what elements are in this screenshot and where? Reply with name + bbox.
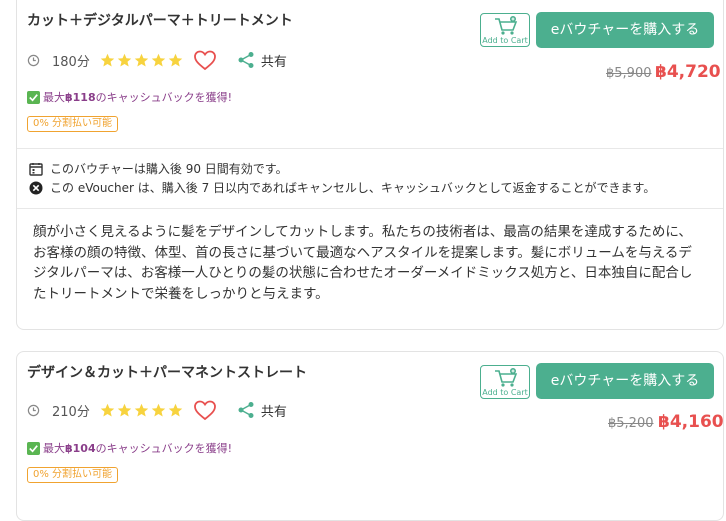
validity-text: このバウチャーは購入後 90 日間有効です。 bbox=[50, 162, 288, 176]
star-icon bbox=[100, 403, 115, 416]
divider bbox=[17, 208, 723, 209]
star-icon bbox=[151, 53, 166, 66]
buy-evoucher-button[interactable]: eバウチャーを購入する bbox=[536, 363, 714, 399]
star-icon bbox=[134, 403, 149, 416]
favorite-heart-icon[interactable] bbox=[193, 399, 217, 421]
cashback-amount: ฿118 bbox=[65, 90, 96, 104]
cashback-prefix: 最大 bbox=[43, 91, 65, 104]
share-label[interactable]: 共有 bbox=[261, 401, 287, 420]
share-icon[interactable] bbox=[237, 51, 255, 69]
cashback-suffix: のキャッシュバックを獲得! bbox=[95, 91, 233, 104]
voucher-card: デザイン＆カット＋パーマネントストレート Add to Cart eバウチャーを… bbox=[16, 351, 724, 521]
star-icon bbox=[117, 53, 132, 66]
divider bbox=[17, 148, 723, 149]
cashback-prefix: 最大 bbox=[43, 442, 65, 455]
voucher-title: カット＋デジタルパーマ＋トリートメント bbox=[27, 13, 293, 29]
star-icon bbox=[151, 403, 166, 416]
cart-icon bbox=[495, 368, 518, 387]
star-rating bbox=[100, 53, 183, 68]
voucher-description: 顔が小さく見えるように髪をデザインしてカットします。私たちの技術者は、最高の結果… bbox=[33, 224, 693, 302]
voucher-title: デザイン＆カット＋パーマネントストレート bbox=[27, 365, 307, 381]
original-price: ฿5,200 bbox=[608, 416, 654, 431]
installment-badge: 0% 分割払い可能 bbox=[27, 116, 119, 132]
duration: 210分 bbox=[52, 404, 90, 420]
star-icon bbox=[117, 403, 132, 416]
star-icon bbox=[168, 53, 183, 66]
duration: 180分 bbox=[52, 54, 90, 70]
original-price: ฿5,900 bbox=[606, 66, 652, 81]
star-icon bbox=[100, 53, 115, 66]
clock-icon bbox=[27, 54, 40, 66]
clock-icon bbox=[27, 404, 40, 416]
add-to-cart-label: Add to Cart bbox=[482, 36, 528, 45]
share-label[interactable]: 共有 bbox=[261, 51, 287, 70]
share-icon[interactable] bbox=[237, 401, 255, 419]
cashback-amount: ฿104 bbox=[65, 441, 96, 455]
installment-badge: 0% 分割払い可能 bbox=[27, 467, 119, 483]
voucher-card: カット＋デジタルパーマ＋トリートメント Add to Cart eバウチャーを購… bbox=[16, 0, 724, 330]
check-icon bbox=[27, 441, 40, 455]
cashback-info: 最大 ฿104 のキャッシュバックを獲得! bbox=[27, 440, 232, 456]
meta-row: 210分 共有 bbox=[27, 399, 287, 421]
cashback-suffix: のキャッシュバックを獲得! bbox=[95, 442, 233, 455]
discounted-price: ฿4,160 bbox=[658, 412, 724, 432]
add-to-cart-label: Add to Cart bbox=[482, 388, 528, 397]
buy-evoucher-button[interactable]: eバウチャーを購入する bbox=[536, 12, 714, 48]
add-to-cart-button[interactable]: Add to Cart bbox=[480, 13, 530, 47]
discounted-price: ฿4,720 bbox=[655, 62, 721, 82]
star-icon bbox=[168, 403, 183, 416]
cancellation-info: この eVoucher は、購入後 7 日以内であればキャンセルし、キャッシュバ… bbox=[29, 179, 655, 196]
cancel-circle-icon bbox=[29, 181, 43, 194]
meta-row: 180分 共有 bbox=[27, 49, 287, 71]
star-icon bbox=[134, 53, 149, 66]
star-rating bbox=[100, 403, 183, 418]
add-to-cart-button[interactable]: Add to Cart bbox=[480, 365, 530, 399]
cashback-info: 最大 ฿118 のキャッシュバックを獲得! bbox=[27, 89, 232, 105]
cart-icon bbox=[495, 16, 518, 35]
check-icon bbox=[27, 90, 40, 104]
cancellation-text: この eVoucher は、購入後 7 日以内であればキャンセルし、キャッシュバ… bbox=[50, 181, 656, 195]
favorite-heart-icon[interactable] bbox=[193, 49, 217, 71]
validity-info: このバウチャーは購入後 90 日間有効です。 bbox=[29, 160, 288, 177]
calendar-icon bbox=[29, 162, 43, 176]
